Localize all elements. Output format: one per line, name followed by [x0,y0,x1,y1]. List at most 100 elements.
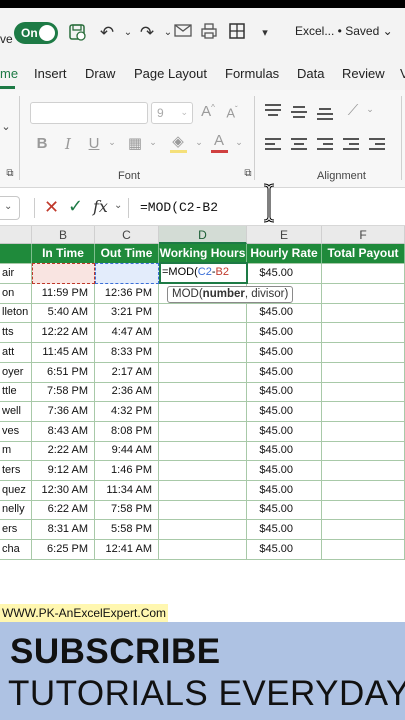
out-time-cell[interactable]: 1:46 PM [95,461,159,481]
header-cell-total-payout[interactable]: Total Payout [322,244,405,264]
in-time-cell[interactable]: 6:25 PM [32,539,95,560]
font-color-icon[interactable]: A [209,132,229,149]
function-tooltip[interactable]: MOD(number, divisor) [167,286,294,303]
total-payout-cell[interactable] [322,303,405,324]
name-cell[interactable]: ers [0,520,32,541]
fill-color-icon[interactable]: ◈ [168,132,188,150]
font-name-box[interactable] [30,102,148,124]
working-hours-cell[interactable] [159,382,247,403]
working-hours-cell[interactable] [159,421,247,442]
tab-page-layout[interactable]: Page Layout [134,66,207,81]
in-time-cell[interactable]: 7:58 PM [32,382,95,403]
working-hours-cell[interactable] [159,520,247,541]
hourly-rate-cell[interactable]: $45.00 [247,480,322,501]
hourly-rate-cell[interactable]: $45.00 [247,382,322,403]
print-icon[interactable] [198,22,220,44]
in-time-cell[interactable]: 8:31 AM [32,520,95,541]
save-sync-icon[interactable] [66,22,88,44]
undo-icon[interactable]: ↶ [96,22,118,44]
hourly-rate-cell[interactable]: $45.00 [247,323,322,344]
name-cell[interactable]: quez [0,480,32,501]
hourly-rate-cell[interactable]: $45.00 [247,362,322,383]
font-dialog-launcher-icon[interactable]: ⧉ [238,168,258,179]
hourly-rate-cell[interactable]: $45.00 [247,264,322,284]
total-payout-cell[interactable] [322,283,405,304]
align-top-icon[interactable] [265,104,281,118]
out-time-cell[interactable]: 11:34 AM [95,480,159,501]
align-center-icon[interactable] [291,138,307,152]
header-cell-in-time[interactable]: In Time [32,244,95,264]
name-cell[interactable]: air [0,264,32,284]
working-hours-cell[interactable] [159,500,247,521]
column-header-b[interactable]: B [32,226,95,244]
name-cell[interactable]: nelly [0,500,32,521]
name-cell[interactable]: tts [0,323,32,344]
tab-insert[interactable]: Insert [34,66,67,81]
name-cell[interactable]: well [0,401,32,422]
increase-indent-icon[interactable] [369,138,385,152]
in-time-cell[interactable]: 6:22 AM [32,500,95,521]
underline-dropdown-icon[interactable]: ⌄ [102,137,122,148]
enter-icon[interactable]: ✓ [68,196,83,217]
align-bottom-icon[interactable] [317,108,333,122]
tab-formulas[interactable]: Formulas [225,66,279,81]
total-payout-cell[interactable] [322,480,405,501]
working-hours-cell[interactable] [159,441,247,462]
name-cell[interactable]: lleton [0,303,32,324]
out-time-cell[interactable]: 3:21 PM [95,303,159,324]
working-hours-cell[interactable] [159,362,247,383]
out-time-cell[interactable]: 8:08 PM [95,421,159,442]
in-time-cell[interactable]: 6:51 PM [32,362,95,383]
column-header-c[interactable]: C [95,226,159,244]
column-header-a[interactable] [0,226,32,244]
in-time-cell[interactable]: 7:36 AM [32,401,95,422]
out-time-cell[interactable]: 9:44 AM [95,441,159,462]
decrease-indent-icon[interactable] [343,138,359,152]
tab-view[interactable]: V [400,66,405,81]
border-dropdown-icon[interactable]: ⌄ [143,137,163,148]
font-color-dropdown-icon[interactable]: ⌄ [229,137,249,148]
out-time-cell[interactable]: 12:41 AM [95,539,159,560]
hourly-rate-cell[interactable]: $45.00 [247,539,322,560]
autosave-toggle[interactable]: On [14,22,58,44]
tab-data[interactable]: Data [297,66,324,81]
align-right-icon[interactable] [317,138,333,152]
in-time-cell[interactable]: 12:22 AM [32,323,95,344]
working-hours-cell[interactable] [159,342,247,363]
active-cell-d2[interactable]: =MOD(C2-B2 [159,262,248,284]
total-payout-cell[interactable] [322,539,405,560]
tab-draw[interactable]: Draw [85,66,115,81]
total-payout-cell[interactable] [322,441,405,462]
hourly-rate-cell[interactable]: $45.00 [247,520,322,541]
formula-input[interactable]: =MOD(C2-B2 [140,200,218,215]
out-time-cell[interactable]: 8:33 PM [95,342,159,363]
working-hours-cell[interactable] [159,461,247,481]
working-hours-cell[interactable] [159,539,247,560]
customize-qat-icon[interactable]: ▾ [254,22,276,44]
out-time-cell[interactable]: 12:36 PM [95,283,159,304]
italic-icon[interactable]: I [58,135,78,153]
column-header-d[interactable]: D [159,226,247,244]
orientation-dropdown-icon[interactable]: ⌄ [360,104,380,115]
cancel-icon[interactable]: ✕ [44,197,59,218]
name-cell[interactable]: ves [0,421,32,442]
increase-font-size-icon[interactable]: A^ [198,103,218,120]
total-payout-cell[interactable] [322,421,405,442]
borders-icon[interactable] [226,22,248,44]
in-time-cell[interactable]: 11:45 AM [32,342,95,363]
total-payout-cell[interactable] [322,461,405,481]
out-time-cell[interactable]: 5:58 PM [95,520,159,541]
align-middle-icon[interactable] [291,106,307,120]
working-hours-cell[interactable] [159,323,247,344]
total-payout-cell[interactable] [322,382,405,403]
align-left-icon[interactable] [265,138,281,152]
hourly-rate-cell[interactable]: $45.00 [247,421,322,442]
name-cell[interactable]: m [0,441,32,462]
workbook-title[interactable]: Excel... • Saved ⌄ [295,24,393,38]
hourly-rate-cell[interactable]: $45.00 [247,441,322,462]
header-cell-working-hours[interactable]: Working Hours [159,244,247,264]
total-payout-cell[interactable] [322,264,405,284]
tab-home[interactable]: me [0,66,18,81]
name-cell[interactable]: cha [0,539,32,560]
out-time-cell[interactable]: 2:36 AM [95,382,159,403]
